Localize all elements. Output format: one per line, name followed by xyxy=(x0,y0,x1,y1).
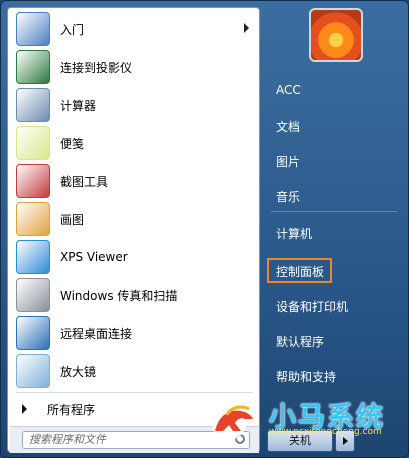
program-label: 连接到投影仪 xyxy=(60,60,133,75)
xps-viewer-icon xyxy=(16,240,50,274)
remote-desktop-icon xyxy=(16,316,50,350)
program-label: 远程桌面连接 xyxy=(60,326,133,341)
program-label: XPS Viewer xyxy=(60,250,128,264)
all-programs-label: 所有程序 xyxy=(47,402,96,417)
program-item[interactable]: 远程桌面连接 xyxy=(10,314,259,352)
user-avatar[interactable] xyxy=(309,8,363,62)
computer-link[interactable]: 计算机 xyxy=(276,225,312,242)
program-item[interactable]: 便笺 xyxy=(10,124,259,162)
devices-printers-link[interactable]: 设备和打印机 xyxy=(276,298,348,315)
program-item[interactable]: Windows 传真和扫描 xyxy=(10,276,259,314)
projector-icon xyxy=(16,50,50,84)
calculator-icon xyxy=(16,88,50,122)
program-item[interactable]: 放大镜 xyxy=(10,352,259,390)
program-item[interactable]: 截图工具 xyxy=(10,162,259,200)
help-support-link[interactable]: 帮助和支持 xyxy=(276,368,336,385)
magnifier-icon xyxy=(16,354,50,388)
user-name-link[interactable]: ACC xyxy=(276,83,301,97)
horse-logo-icon xyxy=(212,405,253,440)
programs-separator xyxy=(16,392,253,393)
watermark: 小马系统 www.pcxitongcheng.com xyxy=(207,395,405,447)
program-label: 便笺 xyxy=(60,136,85,151)
fax-scan-icon xyxy=(16,278,50,312)
program-item[interactable]: XPS Viewer xyxy=(10,238,259,276)
program-label: 计算器 xyxy=(60,98,97,113)
snipping-tool-icon xyxy=(16,164,50,198)
sticky-notes-icon xyxy=(16,126,50,160)
program-label: 入门 xyxy=(60,22,85,37)
program-label: 画图 xyxy=(60,212,85,227)
control-panel-highlight xyxy=(267,258,332,283)
search-placeholder: 搜索程序和文件 xyxy=(29,433,106,446)
paint-icon xyxy=(16,202,50,236)
getting-started-icon xyxy=(16,12,50,46)
program-label: Windows 传真和扫描 xyxy=(60,288,178,303)
pictures-link[interactable]: 图片 xyxy=(276,153,300,170)
program-item[interactable]: 连接到投影仪 xyxy=(10,48,259,86)
program-item[interactable]: 入门 xyxy=(10,10,259,48)
default-programs-link[interactable]: 默认程序 xyxy=(276,333,324,350)
program-item[interactable]: 计算器 xyxy=(10,86,259,124)
program-label: 放大镜 xyxy=(60,364,97,379)
programs-panel: 入门连接到投影仪 计算器便笺截图工具画图 XPS Viewer Windows 传真和… xyxy=(7,7,260,453)
right-separator xyxy=(271,211,397,212)
expand-arrow-icon xyxy=(22,404,27,414)
program-item[interactable]: 画图 xyxy=(10,200,259,238)
program-label: 截图工具 xyxy=(60,174,109,189)
music-link[interactable]: 音乐 xyxy=(276,188,300,205)
watermark-url: www.pcxitongcheng.com xyxy=(269,427,382,437)
start-menu: 入门连接到投影仪 计算器便笺截图工具画图 XPS Viewer Windows 传真和… xyxy=(0,0,409,458)
documents-link[interactable]: 文档 xyxy=(276,118,300,135)
submenu-arrow-icon[interactable] xyxy=(244,23,249,33)
